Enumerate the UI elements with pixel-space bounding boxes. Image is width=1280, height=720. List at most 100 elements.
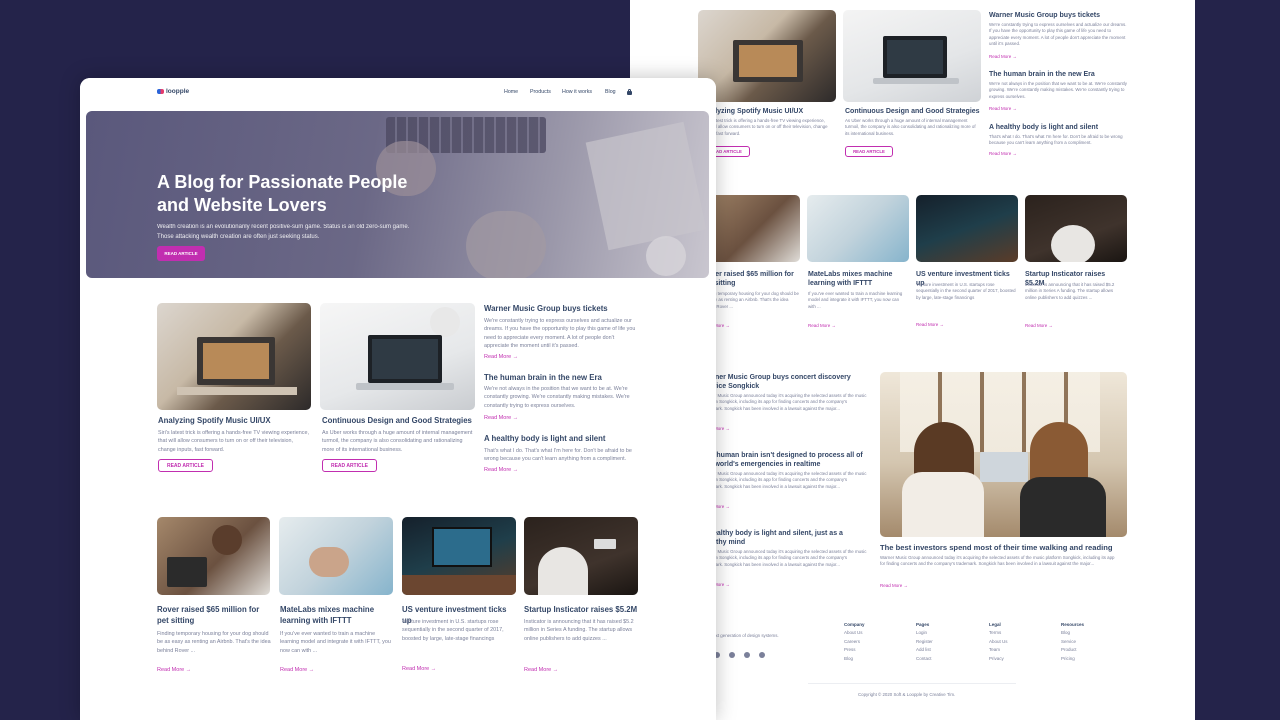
arrow-right-icon: → xyxy=(185,667,192,673)
lock-icon[interactable] xyxy=(627,89,632,95)
hero-read-article-button[interactable]: READ ARTICLE xyxy=(157,246,205,261)
footer-link[interactable]: About Us xyxy=(989,638,1008,646)
side-article-title[interactable]: Warner Music Group buys tickets xyxy=(989,11,1100,20)
footer-column-company: Company About Us Careers Press Blog xyxy=(844,621,865,663)
footer-link[interactable]: About Us xyxy=(844,629,865,637)
side-article-desc: That's what I do. That's what I'm here f… xyxy=(989,134,1123,146)
card-image-venture xyxy=(402,517,516,595)
nav-blog[interactable]: Blog xyxy=(605,89,616,95)
hero-title: A Blog for Passionate People and Website… xyxy=(157,171,407,217)
footer-link[interactable]: Careers xyxy=(844,638,865,646)
read-more-link[interactable]: Read More → xyxy=(1025,323,1053,328)
feature-image-investors xyxy=(880,372,1127,537)
read-more-link[interactable]: Read More → xyxy=(280,667,314,673)
card-image-matelabs xyxy=(807,195,909,262)
footer-link[interactable]: Contact xyxy=(916,655,933,663)
side-article-title[interactable]: A healthy body is light and silent xyxy=(989,123,1098,132)
pinterest-icon[interactable] xyxy=(744,652,750,658)
hero-notebook-graphic xyxy=(585,121,707,251)
read-more-link[interactable]: Read More → xyxy=(989,106,1017,111)
read-more-link[interactable]: Read More → xyxy=(402,666,436,672)
footer-link[interactable]: Privacy xyxy=(989,655,1008,663)
footer-link[interactable]: Add list xyxy=(916,646,933,654)
read-article-button[interactable]: READ ARTICLE xyxy=(322,459,377,472)
card-desc: Siri's latest trick is offering a hands-… xyxy=(158,430,309,453)
list-article-title[interactable]: The human brain isn't designed to proces… xyxy=(702,451,867,469)
read-article-button[interactable]: READ ARTICLE xyxy=(158,459,213,472)
list-article-title[interactable]: Warner Music Group buys concert discover… xyxy=(702,373,867,391)
card-image-insticator xyxy=(524,517,638,595)
read-article-button[interactable]: READ ARTICLE xyxy=(845,146,893,157)
read-more-link[interactable]: Read More → xyxy=(524,667,558,673)
card-title[interactable]: Continuous Design and Good Strategies xyxy=(322,416,472,425)
feature-title[interactable]: The best investors spend most of their t… xyxy=(880,543,1130,552)
hero-banner: A Blog for Passionate People and Website… xyxy=(86,111,709,278)
read-more-link[interactable]: Read More → xyxy=(916,322,944,327)
card-desc: As Uber works through a huge amount of i… xyxy=(845,118,976,136)
read-more-link[interactable]: Read More → xyxy=(484,354,518,360)
navbar: loopple Home Products How it works Blog xyxy=(80,78,716,106)
side-article-title[interactable]: The human brain in the new Era xyxy=(989,70,1095,79)
footer-link[interactable]: Blog xyxy=(844,655,865,663)
side-article-desc: We're constantly trying to express ourse… xyxy=(484,318,636,349)
arrow-right-icon: → xyxy=(1012,151,1018,156)
footer-link[interactable]: Register xyxy=(916,638,933,646)
card-image-venture xyxy=(916,195,1018,262)
footer-link[interactable]: Blog xyxy=(1061,629,1084,637)
card-desc: As Uber works through a huge amount of i… xyxy=(322,430,473,453)
side-article-title[interactable]: Warner Music Group buys tickets xyxy=(484,304,608,313)
footer-heading: Legal xyxy=(989,622,1001,627)
list-article-title[interactable]: A healthy body is light and silent, just… xyxy=(702,529,867,547)
arrow-right-icon: → xyxy=(552,667,559,673)
read-more-link[interactable]: Read More → xyxy=(157,667,191,673)
read-more-link[interactable]: Read More → xyxy=(880,583,908,588)
card-title[interactable]: Analyzing Spotify Music UI/UX xyxy=(158,416,271,425)
arrow-right-icon: → xyxy=(725,323,731,328)
footer-link[interactable]: Service xyxy=(1061,638,1084,646)
hero-hand-graphic xyxy=(466,211,546,278)
footer-link[interactable]: Terms xyxy=(989,629,1008,637)
card-title[interactable]: Analyzing Spotify Music UI/UX xyxy=(702,107,803,116)
github-icon[interactable] xyxy=(759,652,765,658)
read-more-link[interactable]: Read More → xyxy=(989,54,1017,59)
card-title[interactable]: Startup Insticator raises $5.2M xyxy=(524,605,639,616)
hero-title-line: A Blog for Passionate People xyxy=(157,172,408,192)
card-title[interactable]: Rover raised $65 million for pet sitting xyxy=(157,605,272,626)
card-desc: Siri's latest trick is offering a hands-… xyxy=(702,118,828,136)
footer-link[interactable]: Product xyxy=(1061,646,1084,654)
read-more-link[interactable]: Read More → xyxy=(989,151,1017,156)
footer-link[interactable]: Team xyxy=(989,646,1008,654)
arrow-right-icon: → xyxy=(308,667,315,673)
card-desc: Finding temporary housing for your dog s… xyxy=(702,291,799,309)
card-title[interactable]: Rover raised $65 million for pet sitting xyxy=(702,270,802,288)
read-more-link[interactable]: Read More → xyxy=(808,323,836,328)
side-article-title[interactable]: The human brain in the new Era xyxy=(484,373,602,382)
nav-how-it-works[interactable]: How it works xyxy=(562,89,592,95)
instagram-icon[interactable] xyxy=(729,652,735,658)
side-article-title[interactable]: A healthy body is light and silent xyxy=(484,434,605,443)
brand-logo[interactable]: loopple xyxy=(157,88,189,95)
card-image-design xyxy=(843,10,981,102)
list-article-desc: Warner Music Group announced today it's … xyxy=(702,471,867,489)
footer-link[interactable]: Pricing xyxy=(1061,655,1084,663)
card-title[interactable]: MateLabs mixes machine learning with IFT… xyxy=(280,605,395,626)
nav-products[interactable]: Products xyxy=(530,89,551,95)
footer-link[interactable]: Press xyxy=(844,646,865,654)
read-more-link[interactable]: Read More → xyxy=(484,467,518,473)
footer-heading: Resources xyxy=(1061,622,1085,627)
card-title[interactable]: Continuous Design and Good Strategies xyxy=(845,107,980,116)
arrow-right-icon: → xyxy=(831,323,837,328)
card-title[interactable]: MateLabs mixes machine learning with IFT… xyxy=(808,270,908,288)
read-more-link[interactable]: Read More → xyxy=(484,415,518,421)
card-image-design xyxy=(320,303,475,410)
footer-link[interactable]: Login xyxy=(916,629,933,637)
card-image-rover xyxy=(157,517,270,595)
arrow-right-icon: → xyxy=(512,415,519,421)
footer-copyright: Copyright © 2020 Soft & Loopple by Creat… xyxy=(858,692,956,697)
list-article-desc: Warner Music Group announced today it's … xyxy=(702,393,867,411)
nav-home[interactable]: Home xyxy=(504,89,518,95)
card-image-insticator xyxy=(1025,195,1127,262)
list-article-desc: Warner Music Group announced today it's … xyxy=(702,549,867,567)
arrow-right-icon: → xyxy=(430,666,437,672)
arrow-right-icon: → xyxy=(903,583,909,588)
